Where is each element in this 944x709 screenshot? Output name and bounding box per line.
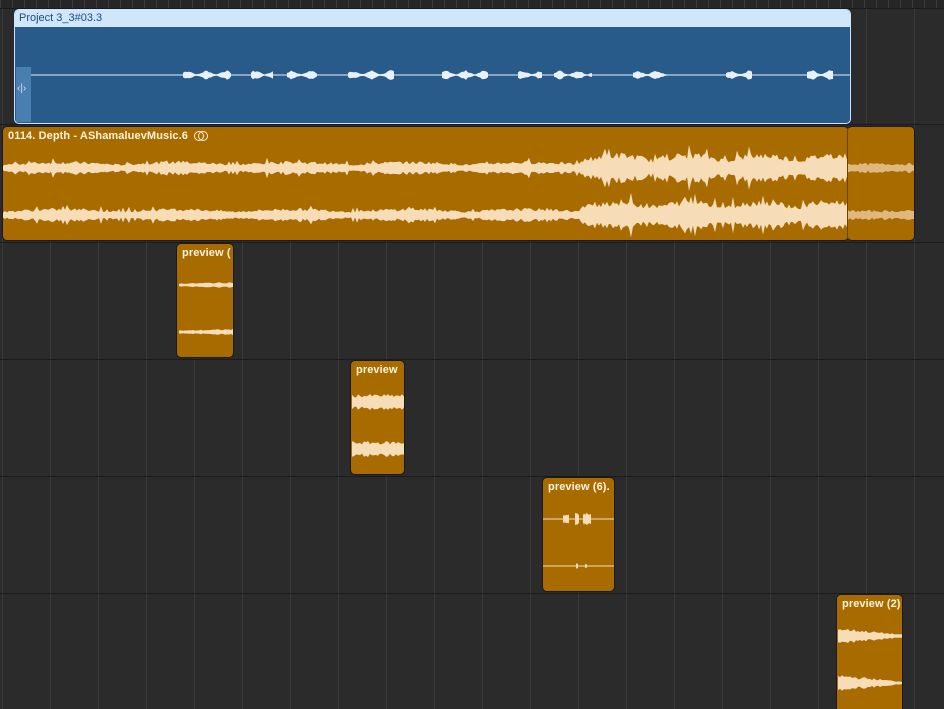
audio-waveform (179, 282, 233, 336)
audio-region-loop[interactable] (847, 126, 915, 241)
audio-waveform (543, 512, 614, 569)
waveform-shape (848, 210, 914, 220)
waveform-shape (576, 563, 578, 569)
waveform-shape (3, 144, 848, 192)
waveform-shape (179, 282, 233, 288)
waveform-shape (352, 441, 404, 457)
waveform-shape (3, 192, 848, 238)
audio-region-preview-4[interactable]: preview (2) (836, 594, 903, 709)
ruler-strip[interactable] (0, 0, 944, 9)
arrange-area[interactable]: Project 3_3#03.3 ‹|› 0114. Depth - ASham… (0, 0, 944, 709)
track-lane-divider (0, 593, 944, 594)
project-region[interactable]: Project 3_3#03.3 ‹|› (14, 9, 851, 124)
waveform-shape (583, 513, 591, 525)
waveform-shape (585, 564, 587, 568)
audio-waveform (352, 394, 404, 457)
waveform-shape (563, 514, 569, 524)
audio-region-main[interactable]: 0114. Depth - AShamaluevMusic.6 (2, 126, 849, 241)
audio-region-label: preview (356, 364, 398, 376)
region-resize-handle[interactable]: ‹|› (16, 67, 31, 122)
track-lane-divider (0, 359, 944, 360)
waveform-shape (287, 70, 317, 80)
waveform-shape (575, 512, 579, 526)
audio-waveform (848, 163, 914, 220)
waveform-shape (251, 70, 273, 80)
project-region-header: Project 3_3#03.3 (15, 10, 850, 27)
audio-region-label: 0114. Depth - AShamaluevMusic.6 (8, 130, 208, 142)
audio-region-preview-1[interactable]: preview ( (176, 243, 234, 358)
audio-region-preview-3[interactable]: preview (6). (542, 477, 615, 592)
waveform-shape (518, 71, 542, 79)
audio-region-preview-2[interactable]: preview (350, 360, 405, 475)
track-lane-divider (0, 476, 944, 477)
project-waveform (31, 70, 850, 80)
waveform-shape (848, 163, 914, 173)
track-lane-divider (0, 242, 944, 243)
audio-region-name: 0114. Depth - AShamaluevMusic.6 (8, 130, 188, 142)
audio-region-label: preview ( (182, 247, 231, 259)
audio-waveform (838, 629, 902, 691)
handle-glyph: ‹|› (17, 83, 27, 94)
audio-region-label: preview (2) (842, 598, 901, 610)
audio-region-label: preview (6). (548, 481, 610, 493)
loop-ring-icon (193, 131, 208, 141)
audio-waveform (3, 144, 848, 238)
waveform-shape (838, 675, 902, 691)
waveform-shape (726, 70, 752, 80)
waveform-shape (179, 328, 233, 336)
project-region-label: Project 3_3#03.3 (19, 12, 103, 24)
track-lane-divider (0, 124, 944, 125)
waveform-shape (348, 70, 394, 80)
waveform-shape (838, 629, 902, 643)
waveform-shape (554, 70, 592, 80)
waveform-shape (807, 70, 833, 80)
waveform-shape (633, 71, 667, 79)
waveform-shape (352, 394, 404, 410)
waveform-shape (183, 70, 231, 80)
waveform-shape (442, 70, 488, 80)
